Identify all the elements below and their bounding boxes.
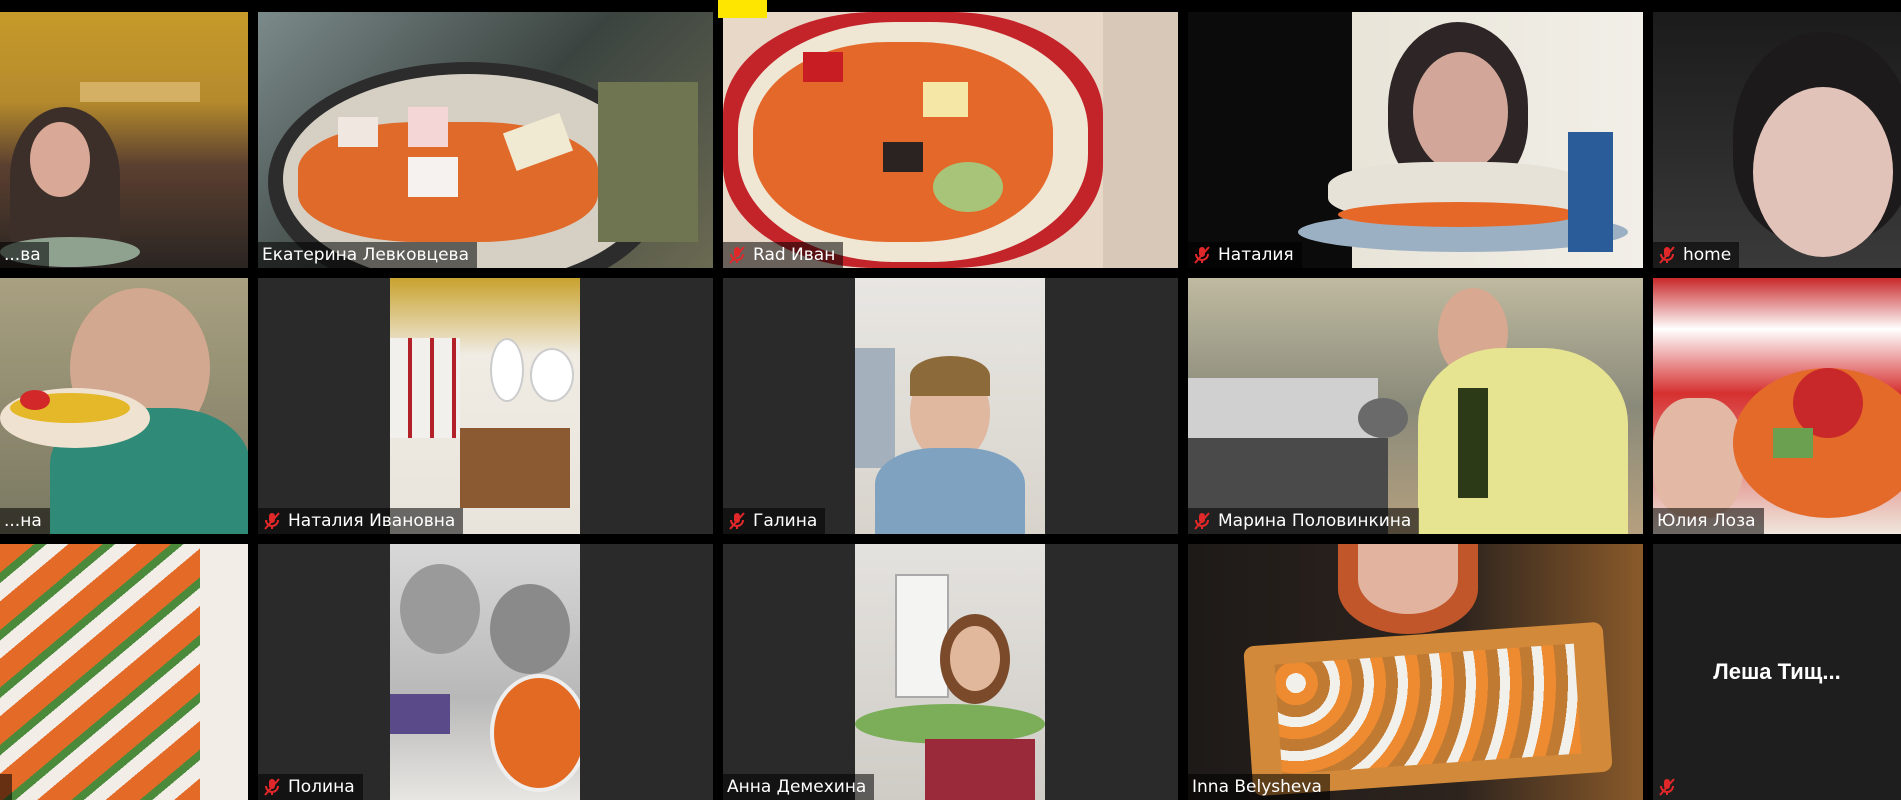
participant-name-tag: Полина [258,774,363,800]
participant-name: Галина [753,511,818,531]
muted-mic-icon [1194,246,1210,264]
participant-name: ...ва [4,245,41,265]
participant-name-tag: Юлия Лоза [1653,508,1764,534]
participant-tile[interactable]: ...ва [0,12,248,268]
participant-name: Inna Belysheva [1192,777,1322,797]
participant-tile[interactable]: Наталия [1188,12,1643,268]
participant-tile[interactable]: Наталия Ивановна [258,278,713,534]
participant-tile[interactable]: ...на [0,278,248,534]
muted-mic-icon [729,512,745,530]
participant-video [855,278,1045,534]
participant-video [390,544,580,800]
participant-tile[interactable]: Марина Половинкина [1188,278,1643,534]
muted-mic-icon [1659,246,1675,264]
participant-tile[interactable]: Rad Иван [723,12,1178,268]
participant-tile[interactable]: Inna Belysheva [1188,544,1643,800]
participant-name: Наталия [1218,245,1294,265]
participant-name: Наталия Ивановна [288,511,456,531]
muted-mic-icon [1194,512,1210,530]
muted-mic-icon [729,246,745,264]
participant-display-name: Леша Тищ... [1713,659,1841,684]
participant-name-tag: Inna Belysheva [1188,774,1330,800]
participant-tile-active-speaker[interactable]: Юлия Лоза [1653,278,1901,534]
participant-tile[interactable]: Галина [723,278,1178,534]
participant-video [1188,12,1643,268]
participant-tile[interactable]: Екатерина Левковцева [258,12,713,268]
participant-name-tag: Наталия Ивановна [258,508,464,534]
participant-name-tag [1653,774,1685,800]
participant-name: Юлия Лоза [1657,511,1756,531]
participant-name-tag: Анна Демехина [723,774,875,800]
participant-video [0,12,248,268]
participant-name-tag [0,774,12,800]
participant-name: Rad Иван [753,245,836,265]
participant-name-tag: Екатерина Левковцева [258,242,477,268]
participant-video [0,278,248,534]
recording-indicator[interactable] [718,0,767,18]
muted-mic-icon [264,778,280,796]
participant-video [1653,278,1901,534]
muted-mic-icon [264,512,280,530]
participant-video [1653,12,1901,268]
participant-video [723,12,1178,268]
participant-tile[interactable]: Анна Демехина [723,544,1178,800]
participant-name: Полина [288,777,355,797]
participant-video [1188,278,1643,534]
participant-tile[interactable]: Полина [258,544,713,800]
muted-mic-icon [1659,778,1675,796]
participant-tile[interactable]: home [1653,12,1901,268]
participant-name-tag: home [1653,242,1740,268]
participant-name: Екатерина Левковцева [262,245,469,265]
participant-video [0,544,248,800]
participant-tile[interactable] [0,544,248,800]
participant-name-tag: ...на [0,508,50,534]
participant-name-tag: Rad Иван [723,242,844,268]
participant-name-tag: ...ва [0,242,49,268]
participant-name-tag: Наталия [1188,242,1302,268]
participant-tile-video-off[interactable]: Леша Тищ... [1653,544,1901,800]
participant-name: Марина Половинкина [1218,511,1412,531]
participant-video [1188,544,1643,800]
participant-name: Анна Демехина [727,777,867,797]
participant-name: home [1683,245,1732,265]
participant-video [258,12,713,268]
participant-video [855,544,1045,800]
participant-name: ...на [4,511,42,531]
participant-name-tag: Галина [723,508,826,534]
participant-video [390,278,580,534]
participant-name-tag: Марина Половинкина [1188,508,1420,534]
